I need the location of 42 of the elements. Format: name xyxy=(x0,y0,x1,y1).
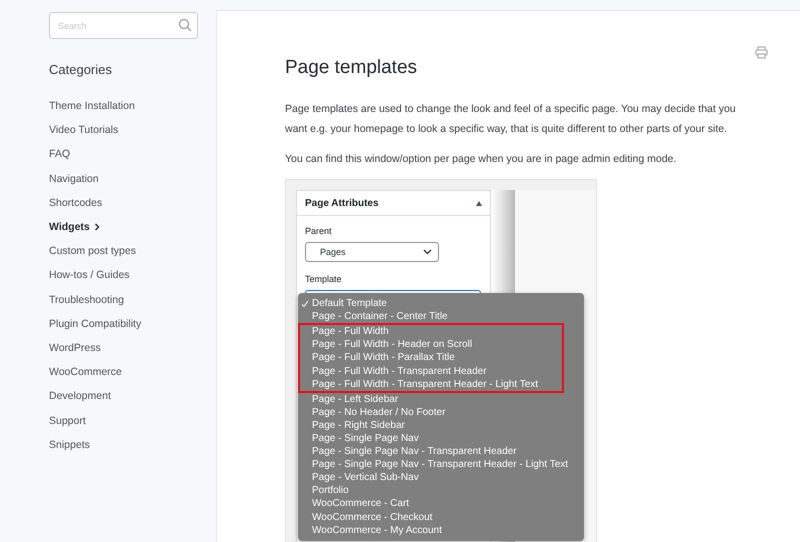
dropdown-option[interactable]: Portfolio xyxy=(298,484,584,498)
category-link[interactable]: FAQ xyxy=(49,142,70,167)
panel-title: Page Attributes xyxy=(305,198,379,208)
dropdown-option[interactable]: Page - Left Sidebar xyxy=(298,392,584,406)
field-label: Parent xyxy=(305,226,332,236)
body-paragraph: Page templates are used to change the look and feel of a specific page. You may decide that you want e.g. your homepage to look a specific way, that is quite different to other parts of your site. xyxy=(285,102,737,137)
dropdown-option[interactable]: Default Template xyxy=(298,297,584,310)
dropdown-option[interactable]: WooCommerce - Cart xyxy=(298,497,584,510)
dropdown-option[interactable]: WooCommerce - Checkout xyxy=(298,510,584,524)
dropdown-option[interactable]: Page - Full Width xyxy=(300,325,562,338)
search-field[interactable]: Search xyxy=(49,12,198,39)
category-link[interactable]: Troubleshooting xyxy=(49,288,124,312)
dropdown-option[interactable]: Page - Container - Center Title xyxy=(298,310,584,324)
category-link[interactable]: Video Tutorials xyxy=(49,118,118,142)
parent-select[interactable]: Pages xyxy=(305,242,439,262)
category-link[interactable]: Support xyxy=(49,408,86,433)
dropdown-option[interactable]: Page - No Header / No Footer xyxy=(298,406,584,419)
category-link[interactable]: Plugin Compatibility xyxy=(49,312,142,336)
field-label: Template xyxy=(305,274,342,284)
categories-heading: Categories xyxy=(49,62,113,77)
dropdown-option[interactable]: Page - Single Page Nav xyxy=(298,432,584,446)
category-link[interactable]: Widgets xyxy=(49,214,100,240)
dropdown-option[interactable]: Page - Full Width - Transparent Header xyxy=(300,364,562,378)
category-link[interactable]: Shortcodes xyxy=(49,190,102,215)
category-link[interactable]: Development xyxy=(49,384,111,408)
category-link[interactable]: Navigation xyxy=(49,166,99,191)
dropdown-option[interactable]: WooCommerce - My Account xyxy=(298,524,584,537)
category-link[interactable]: WordPress xyxy=(49,336,101,360)
page-title: Page templates xyxy=(285,57,418,79)
category-link[interactable]: WooCommerce xyxy=(49,360,122,384)
category-link[interactable]: How-tos / Guides xyxy=(49,263,130,288)
category-link[interactable]: Custom post types xyxy=(49,239,136,264)
dropdown-option[interactable]: Page - Right Sidebar xyxy=(298,418,584,432)
dropdown-option[interactable]: Page - Full Width - Transparent Header - Light Text xyxy=(300,378,562,391)
category-link[interactable]: Snippets xyxy=(49,432,90,457)
dropdown-option[interactable]: Page - Full Width - Header on Scroll xyxy=(300,338,562,352)
body-paragraph: You can find this window/option per page when you are in page admin editing mode. xyxy=(285,152,678,167)
category-link[interactable]: Theme Installation xyxy=(49,94,135,118)
dropdown-option[interactable]: Page - Vertical Sub-Nav xyxy=(298,471,584,484)
dropdown-option[interactable]: Page - Single Page Nav - Transparent Header - Light Text xyxy=(298,458,584,472)
dropdown-option[interactable]: Page - Single Page Nav - Transparent Header xyxy=(298,445,584,458)
dropdown-option[interactable]: Page - Full Width - Parallax Title xyxy=(300,351,562,364)
